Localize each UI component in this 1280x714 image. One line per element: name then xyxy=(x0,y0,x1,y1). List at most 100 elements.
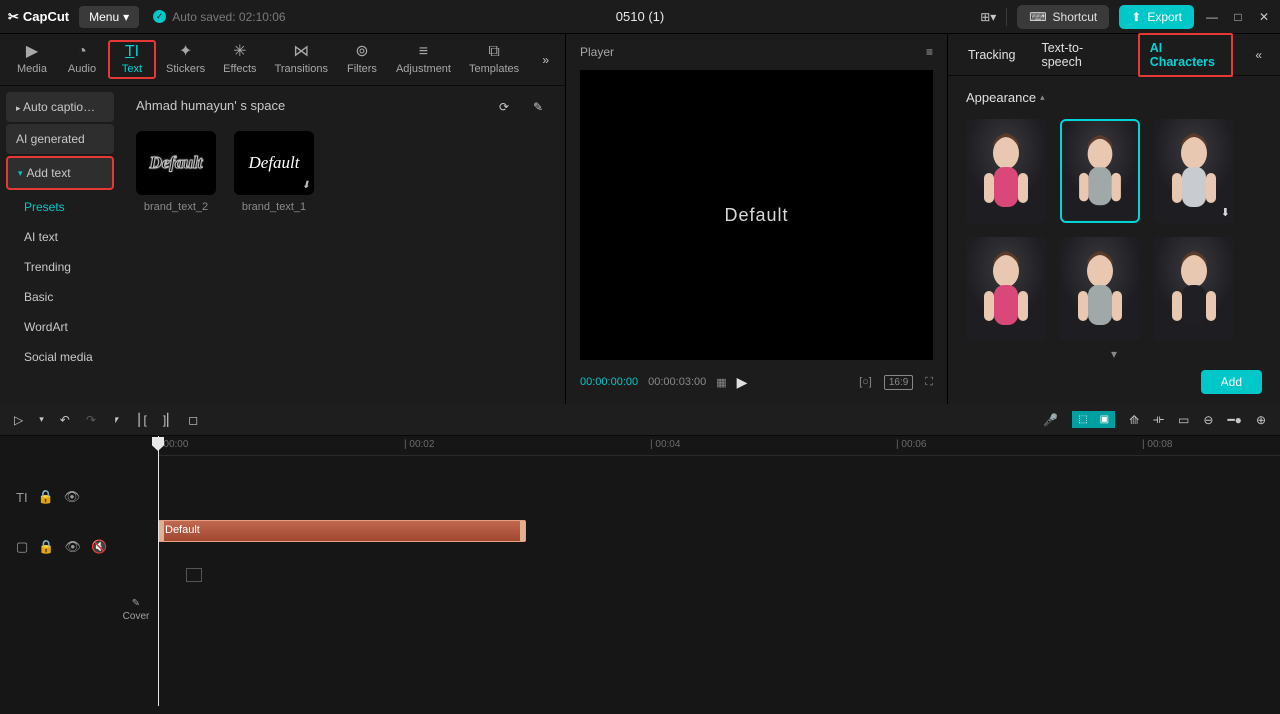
tool-tab-media[interactable]: ▶Media xyxy=(8,40,56,79)
preview-icon[interactable]: ▭ xyxy=(1178,413,1189,427)
thumb-label: brand_text_2 xyxy=(144,201,208,213)
expand-down-icon[interactable]: ▾ xyxy=(966,347,1262,360)
close-icon[interactable]: ✕ xyxy=(1256,9,1272,25)
undo-icon[interactable]: ↶ xyxy=(60,413,70,427)
more-tools-icon[interactable]: » xyxy=(534,53,557,67)
add-button[interactable]: Add xyxy=(1201,370,1262,394)
character-card[interactable] xyxy=(1060,237,1140,341)
tool-tab-templates[interactable]: ⧉Templates xyxy=(461,40,527,79)
zoom-in-icon[interactable]: ⊕ xyxy=(1256,413,1266,427)
magnet-on-icon[interactable]: ⬚ xyxy=(1072,411,1093,428)
sidebar-trending[interactable]: Trending xyxy=(6,252,114,282)
refresh-icon[interactable]: ⟳ xyxy=(493,96,515,118)
crop-icon[interactable]: ◻ xyxy=(188,413,198,427)
tool-tab-stickers[interactable]: ✦Stickers xyxy=(158,40,213,79)
minimize-icon[interactable]: — xyxy=(1204,9,1220,25)
text-preset-thumb[interactable]: Default⬇ xyxy=(234,131,314,195)
magnet-toggle[interactable]: ⬚ ▣ xyxy=(1072,411,1115,428)
tool-tabs: ▶Media◔AudioT̲IText✦Stickers✳Effects⋈Tra… xyxy=(0,34,565,86)
tool-tab-audio[interactable]: ◔Audio xyxy=(58,40,106,79)
appearance-heading[interactable]: Appearance▴ xyxy=(966,90,1262,105)
character-card[interactable] xyxy=(1154,237,1234,341)
edit-icon[interactable]: ✎ xyxy=(527,96,549,118)
autosave-status: ✓ Auto saved: 02:10:06 xyxy=(153,10,285,24)
mute-icon[interactable]: 🔇 xyxy=(91,539,107,555)
character-card[interactable] xyxy=(966,119,1046,223)
tool-tab-effects[interactable]: ✳Effects xyxy=(215,40,264,79)
split-right-icon[interactable]: ]⎢ xyxy=(163,413,172,427)
aspect-ratio[interactable]: 16:9 xyxy=(884,375,913,390)
sidebar-wordart[interactable]: WordArt xyxy=(6,312,114,342)
timeline-ruler[interactable]: | 00:00| 00:02| 00:04| 00:06| 00:08 xyxy=(158,436,1280,456)
text-clip[interactable]: Default xyxy=(158,520,526,542)
video-placeholder-icon[interactable] xyxy=(186,568,202,582)
sidebar-ai-generated[interactable]: AI generated xyxy=(6,124,114,154)
time-total: 00:00:03:00 xyxy=(648,376,706,388)
ruler-mark: | 00:04 xyxy=(650,439,680,450)
character-card[interactable] xyxy=(966,237,1046,341)
right-tabs: Tracking Text-to-speech AI Characters « xyxy=(948,34,1280,76)
split-icon[interactable]: ⎖ xyxy=(112,412,122,427)
templates-icon: ⧉ xyxy=(488,44,499,60)
right-pane: Tracking Text-to-speech AI Characters « App… xyxy=(948,34,1280,404)
content-area: Ahmad humayun' s space ⟳ ✎ Defaultbrand_… xyxy=(120,86,565,404)
layout-icon[interactable]: ⊞▾ xyxy=(980,9,996,25)
filters-icon: ⊚ xyxy=(355,44,368,60)
link-icon[interactable]: ⟰ xyxy=(1129,413,1139,427)
fullscreen-icon[interactable]: ⛶ xyxy=(925,376,933,389)
shortcut-button[interactable]: ⌨Shortcut xyxy=(1017,5,1109,29)
align-icon[interactable]: ⟛ xyxy=(1153,412,1164,427)
tool-tab-filters[interactable]: ⊚Filters xyxy=(338,40,386,79)
snap-on-icon[interactable]: ▣ xyxy=(1094,411,1115,428)
sidebar-presets[interactable]: Presets xyxy=(6,192,114,222)
grid-icon[interactable]: ▦ xyxy=(716,376,726,389)
pencil-icon: ✎ xyxy=(132,598,140,609)
play-icon[interactable]: ▶ xyxy=(737,374,748,391)
maximize-icon[interactable]: □ xyxy=(1230,9,1246,25)
eye-icon[interactable]: 👁 xyxy=(64,539,81,555)
right-tab-ai-characters[interactable]: AI Characters xyxy=(1138,33,1234,77)
check-icon: ✓ xyxy=(153,10,166,23)
sidebar-ai-text[interactable]: AI text xyxy=(6,222,114,252)
lock-icon[interactable]: 🔒 xyxy=(38,489,54,505)
app-name: CapCut xyxy=(23,9,69,24)
ruler-mark: | 00:08 xyxy=(1142,439,1172,450)
character-card[interactable] xyxy=(1060,119,1140,223)
cover-button[interactable]: ✎ Cover xyxy=(116,456,156,714)
right-tab-text-to-speech[interactable]: Text-to-speech xyxy=(1039,37,1115,73)
mic-icon[interactable]: 🎤 xyxy=(1043,413,1058,427)
menu-button[interactable]: Menu▾ xyxy=(79,6,139,28)
pointer-icon[interactable]: ▷ xyxy=(14,413,23,427)
split-left-icon[interactable]: ⎢[ xyxy=(138,413,147,427)
chevron-up-icon: ▴ xyxy=(1040,92,1045,103)
playhead-line xyxy=(158,436,159,706)
sidebar-social-media[interactable]: Social media xyxy=(6,342,114,372)
player-menu-icon[interactable]: ≡ xyxy=(926,45,933,59)
adjustment-icon: ≡ xyxy=(419,44,428,60)
timeline-toolbar: ▷ ▾ ↶ ↷ ⎖ ⎢[ ]⎢ ◻ 🎤 ⬚ ▣ ⟰ ⟛ ▭ ⊖ ━● ⊕ xyxy=(0,404,1280,436)
media-icon: ▶ xyxy=(26,44,38,60)
tool-tab-transitions[interactable]: ⋈Transitions xyxy=(267,40,336,79)
tool-tab-text[interactable]: T̲IText xyxy=(108,40,156,79)
video-track-head: ▢ 🔒 👁 🔇 xyxy=(0,522,116,572)
text-preset-thumb[interactable]: Default xyxy=(136,131,216,195)
right-tab-tracking[interactable]: Tracking xyxy=(966,44,1017,66)
collapse-right-icon[interactable]: « xyxy=(1255,48,1262,62)
eye-icon[interactable]: 👁 xyxy=(64,489,81,505)
zoom-out-icon[interactable]: ⊖ xyxy=(1203,413,1213,427)
lock-icon[interactable]: 🔒 xyxy=(38,539,54,555)
left-pane: ▶Media◔AudioT̲IText✦Stickers✳Effects⋈Tra… xyxy=(0,34,566,404)
tool-tab-adjustment[interactable]: ≡Adjustment xyxy=(388,40,459,79)
zoom-slider[interactable]: ━● xyxy=(1227,413,1241,427)
sidebar-add-text[interactable]: ▾Add text xyxy=(6,156,114,190)
pointer-dropdown-icon[interactable]: ▾ xyxy=(39,414,44,425)
export-button[interactable]: ⬆Export xyxy=(1119,5,1194,29)
sidebar-basic[interactable]: Basic xyxy=(6,282,114,312)
sidebar-auto-captions[interactable]: ▸ Auto captio… xyxy=(6,92,114,122)
player-preview[interactable]: Default xyxy=(580,70,933,360)
track-area[interactable]: Default xyxy=(156,456,1280,714)
keyboard-icon: ⌨ xyxy=(1029,10,1046,24)
effects-icon: ✳ xyxy=(233,44,246,60)
character-card[interactable]: ⬇ xyxy=(1154,119,1234,223)
focus-icon[interactable]: [○] xyxy=(859,376,872,388)
